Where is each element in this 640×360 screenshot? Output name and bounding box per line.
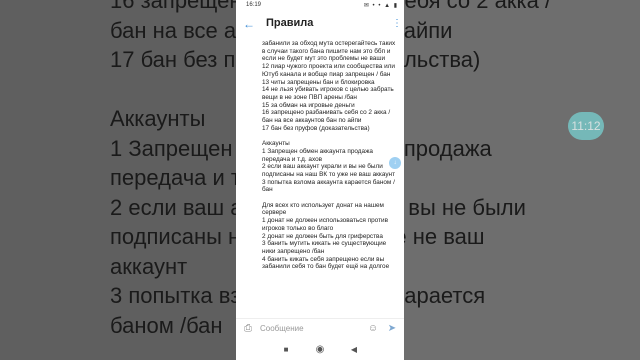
recent-apps-icon[interactable]: ■ (280, 344, 292, 356)
message-line: 17 бан без пруфов (доказательства) (262, 124, 370, 132)
message-text: забанили за обход мута остерегайтесь так… (262, 40, 398, 316)
message-line: забанили за обход мута остерегайтесь так… (262, 40, 396, 63)
message-line: 14 не льзя убивать игроков с целью забра… (262, 86, 394, 101)
background-left-panel: 16 запрещено разбанивать себя со 2 акка … (0, 0, 236, 360)
phone-screen: 16:19 ✉ • • ▲ ▮ ← Правила ⋮ забанили за … (236, 0, 404, 360)
background-time-bubble: 11:12 (568, 112, 604, 140)
background-right-panel: 16 запрещено разбанивать себя со 2 акка … (404, 0, 640, 360)
back-arrow-icon[interactable]: ← (242, 17, 256, 31)
status-time: 16:19 (246, 2, 262, 8)
background-text-right: 16 запрещено разбанивать себя со 2 акка … (404, 0, 552, 308)
message-gap (262, 194, 398, 202)
background-text-left: 16 запрещено разбанивать себя со 2 акка … (110, 0, 236, 338)
page-title: Правила (266, 17, 314, 29)
nav-back-icon[interactable]: ◀ (348, 344, 360, 356)
message-line: 4 банить кикать себя запрещено если вы з… (262, 255, 390, 271)
scroll-down-icon[interactable]: ↓ (389, 157, 401, 169)
message-line: Аккаунты (262, 140, 290, 148)
status-bar: 16:19 ✉ • • ▲ ▮ (236, 0, 404, 10)
more-menu-icon[interactable]: ⋮ (392, 17, 402, 31)
message-gap (262, 132, 398, 140)
status-icons: ✉ • • ▲ ▮ (363, 3, 398, 9)
message-line: 3 попытка взлома аккаунта карается баном… (262, 178, 395, 194)
home-icon[interactable]: ◉ (314, 344, 326, 356)
message-input-bar: ⎙ Сообщение ☺ ➤ (236, 318, 404, 341)
message-input[interactable]: Сообщение (260, 324, 304, 333)
message-line: 2 если ваш аккаунт украли и вы не были п… (262, 163, 396, 178)
message-line: 1 донат не должен использоваться против … (262, 217, 388, 232)
message-line: 16 запрещено разбанивать себя со 2 акка … (262, 109, 391, 125)
app-bar: ← Правила ⋮ (236, 12, 404, 38)
message-line: 1 Запрещен обмен аккаунта продажа переда… (262, 147, 373, 163)
send-icon[interactable]: ➤ (386, 323, 398, 335)
message-line: Для всех кто использует донат на нашем с… (262, 201, 384, 217)
message-line: 3 банить мутить кикать не существующие н… (262, 240, 387, 255)
attach-icon[interactable]: ⎙ (242, 323, 254, 335)
emoji-icon[interactable]: ☺ (367, 323, 379, 335)
message-line: 12 пиар чужого проекта или сообщества ил… (262, 63, 395, 78)
system-nav-bar: ■ ◉ ◀ (236, 340, 404, 360)
